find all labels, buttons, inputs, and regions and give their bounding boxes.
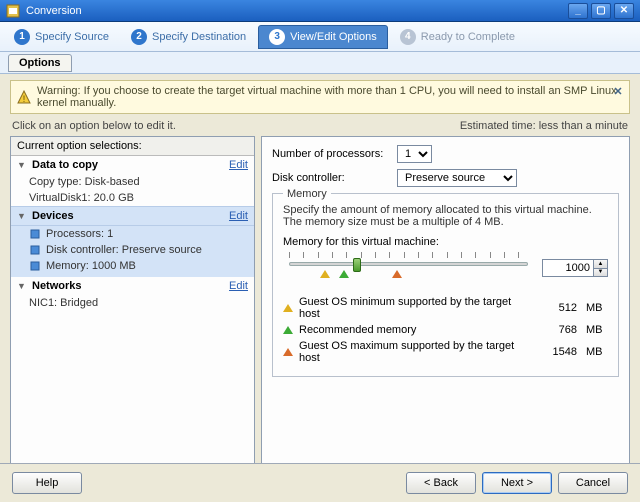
select-num-processors[interactable]: 1 (397, 145, 432, 163)
wizard-step-ready-to-complete: 4 Ready to Complete (390, 26, 525, 48)
warning-icon: ! (17, 90, 31, 104)
row-processors: Number of processors: 1 (272, 145, 619, 163)
infobar: Click on an option below to edit it. Est… (0, 118, 640, 136)
wizard-step-view-edit-options[interactable]: 3 View/Edit Options (258, 25, 388, 49)
group-devices[interactable]: ▼ Devices Edit Processors: 1 Disk contro… (11, 206, 254, 277)
group-networks[interactable]: ▼ Networks Edit NIC1: Bridged (11, 277, 254, 311)
item-processors: Processors: 1 (11, 226, 254, 242)
bullet-icon (29, 228, 41, 240)
infobar-hint: Click on an option below to edit it. (12, 120, 176, 132)
edit-link[interactable]: Edit (229, 159, 248, 171)
step-label: Ready to Complete (421, 31, 515, 43)
cancel-button[interactable]: Cancel (558, 472, 628, 494)
memory-input[interactable] (542, 259, 594, 277)
spin-buttons: ▲ ▼ (594, 259, 608, 277)
close-button[interactable]: ✕ (614, 3, 634, 19)
twisty-down-icon[interactable]: ▼ (17, 281, 27, 291)
edit-link[interactable]: Edit (229, 280, 248, 292)
app-icon (6, 4, 20, 18)
memory-spinner: ▲ ▼ (542, 259, 608, 277)
item-virtualdisk1: VirtualDisk1: 20.0 GB (11, 190, 254, 206)
mem-row-min: Guest OS minimum supported by the target… (283, 294, 608, 322)
item-memory: Memory: 1000 MB (11, 258, 254, 274)
step-label: Specify Source (35, 31, 109, 43)
bullet-icon (29, 244, 41, 256)
warning-text: Warning: If you choose to create the tar… (37, 85, 623, 109)
warning-close-icon[interactable]: ✕ (611, 84, 625, 98)
label-disk-controller: Disk controller: (272, 172, 397, 184)
maximize-button[interactable]: ▢ (591, 3, 611, 19)
window-title: Conversion (26, 5, 565, 17)
wizard-nav: 1 Specify Source 2 Specify Destination 3… (0, 22, 640, 52)
memory-breakdown: Guest OS minimum supported by the target… (283, 294, 608, 366)
mem-row-recommended: Recommended memory 768 MB (283, 322, 608, 338)
subnav: Options (0, 52, 640, 74)
step-number: 3 (269, 29, 285, 45)
wizard-step-specify-source[interactable]: 1 Specify Source (4, 26, 119, 48)
step-number: 4 (400, 29, 416, 45)
memory-slider[interactable] (283, 252, 534, 284)
item-copy-type: Copy type: Disk-based (11, 174, 254, 190)
svg-text:!: ! (23, 94, 26, 104)
group-data-to-copy[interactable]: ▼ Data to copy Edit Copy type: Disk-base… (11, 156, 254, 206)
item-nic1: NIC1: Bridged (11, 295, 254, 311)
options-tree: Current option selections: ▼ Data to cop… (10, 136, 255, 476)
minimize-button[interactable]: _ (568, 3, 588, 19)
warning-bar: ! Warning: If you choose to create the t… (10, 80, 630, 114)
triangle-green-icon (283, 326, 293, 334)
twisty-down-icon[interactable]: ▼ (17, 211, 27, 221)
memory-group: Memory Specify the amount of memory allo… (272, 193, 619, 377)
memory-description: Specify the amount of memory allocated t… (283, 204, 608, 228)
twisty-down-icon[interactable]: ▼ (17, 160, 27, 170)
marker-recommended-icon (339, 270, 349, 278)
item-disk-controller: Disk controller: Preserve source (11, 242, 254, 258)
memory-slider-label: Memory for this virtual machine: (283, 236, 608, 248)
edit-link[interactable]: Edit (229, 210, 248, 222)
options-tree-header: Current option selections: (11, 137, 254, 156)
group-title: Data to copy (32, 159, 224, 171)
memory-legend: Memory (283, 188, 331, 200)
wizard-step-specify-destination[interactable]: 2 Specify Destination (121, 26, 256, 48)
marker-min-icon (320, 270, 330, 278)
main-area: Current option selections: ▼ Data to cop… (0, 136, 640, 476)
spin-down-icon[interactable]: ▼ (594, 269, 607, 277)
step-label: Specify Destination (152, 31, 246, 43)
label-num-processors: Number of processors: (272, 148, 397, 160)
step-number: 2 (131, 29, 147, 45)
triangle-yellow-icon (283, 304, 293, 312)
memory-slider-row: ▲ ▼ (283, 252, 608, 284)
group-title: Networks (32, 280, 224, 292)
footer: Help < Back Next > Cancel (0, 463, 640, 502)
detail-pane: Number of processors: 1 Disk controller:… (261, 136, 630, 476)
next-button[interactable]: Next > (482, 472, 552, 494)
back-button[interactable]: < Back (406, 472, 476, 494)
step-label: View/Edit Options (290, 31, 377, 43)
tab-options[interactable]: Options (8, 54, 72, 72)
mem-row-max: Guest OS maximum supported by the target… (283, 338, 608, 366)
estimated-time: Estimated time: less than a minute (460, 120, 628, 132)
select-disk-controller[interactable]: Preserve source (397, 169, 517, 187)
titlebar: Conversion _ ▢ ✕ (0, 0, 640, 22)
marker-max-icon (392, 270, 402, 278)
spin-up-icon[interactable]: ▲ (594, 260, 607, 269)
help-button[interactable]: Help (12, 472, 82, 494)
triangle-orange-icon (283, 348, 293, 356)
bullet-icon (29, 260, 41, 272)
step-number: 1 (14, 29, 30, 45)
row-disk-controller: Disk controller: Preserve source (272, 169, 619, 187)
group-title: Devices (32, 210, 224, 222)
